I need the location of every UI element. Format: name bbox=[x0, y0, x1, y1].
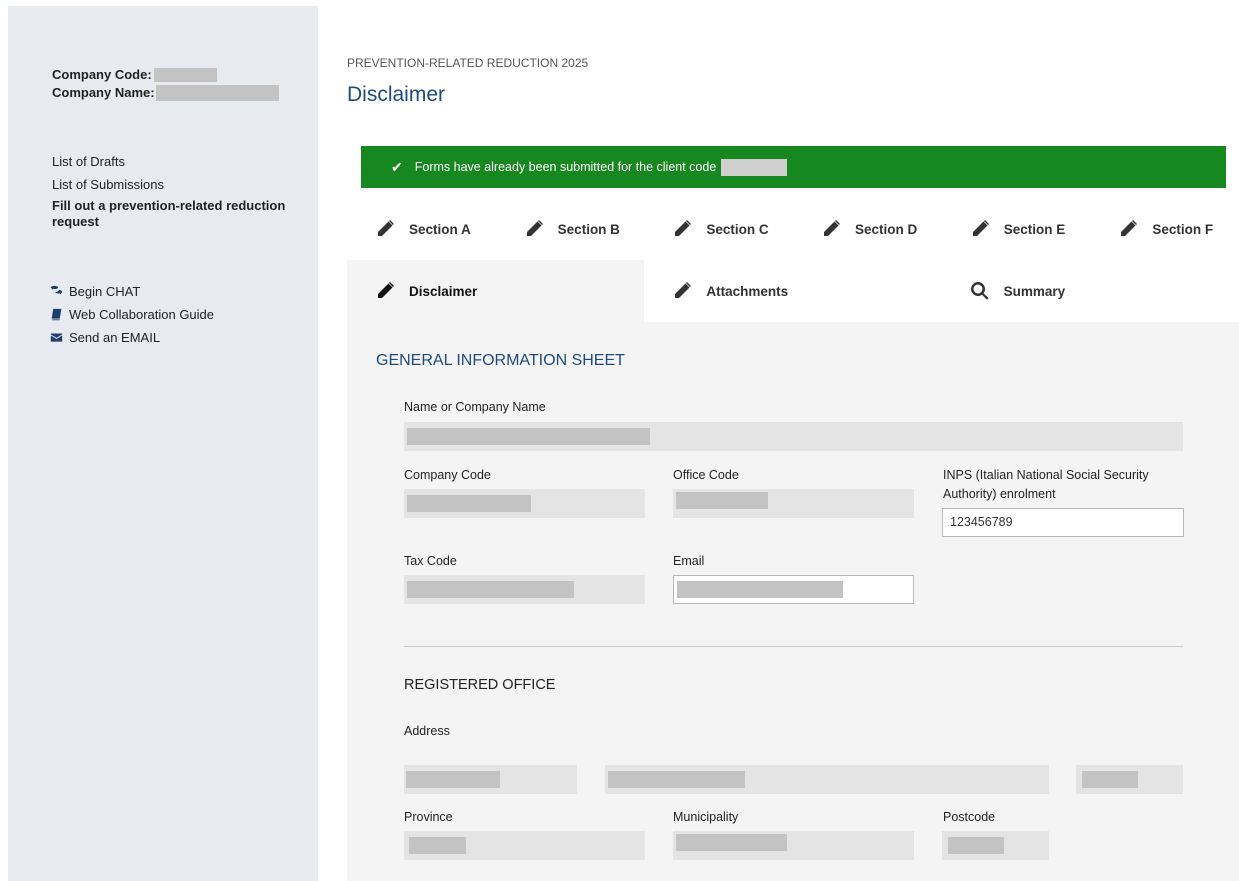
company-info: Company Code: Company Name: bbox=[52, 67, 279, 101]
office-code-redacted bbox=[676, 492, 768, 509]
page-title: Disclaimer bbox=[347, 83, 446, 106]
pencil-icon bbox=[675, 282, 692, 298]
nav-fill-request[interactable]: Fill out a prevention-related reduction … bbox=[52, 198, 302, 230]
begin-chat-link[interactable]: Begin CHAT bbox=[50, 280, 214, 303]
tax-code-field bbox=[404, 575, 645, 604]
tab-disclaimer[interactable]: Disclaimer bbox=[347, 260, 645, 322]
address-label: Address bbox=[404, 724, 450, 738]
begin-chat-label: Begin CHAT bbox=[69, 284, 141, 299]
tab-attachments[interactable]: Attachments bbox=[644, 260, 941, 322]
tax-code-label: Tax Code bbox=[404, 554, 457, 568]
tab-section-d[interactable]: Section D bbox=[793, 199, 942, 259]
pencil-icon bbox=[378, 220, 394, 236]
province-label: Province bbox=[404, 810, 453, 824]
sidebar-nav: List of Drafts List of Submissions Fill … bbox=[52, 150, 302, 230]
tab-label: Section E bbox=[1003, 221, 1066, 237]
nav-list-of-submissions[interactable]: List of Submissions bbox=[52, 173, 302, 197]
company-name-redacted bbox=[155, 85, 279, 101]
pencil-icon bbox=[675, 220, 692, 236]
sidebar bbox=[8, 6, 318, 881]
chat-bubbles-icon bbox=[50, 285, 63, 295]
web-guide-label: Web Collaboration Guide bbox=[69, 307, 215, 322]
name-field bbox=[404, 422, 1183, 451]
email-label: Email bbox=[673, 554, 705, 568]
tab-label: Section C bbox=[706, 221, 769, 237]
section-tabs: Section A Section B Section C Section D … bbox=[347, 199, 1239, 259]
postcode-redacted bbox=[948, 837, 1004, 854]
tab-label: Section D bbox=[855, 221, 918, 237]
company-code-field-label: Company Code bbox=[404, 468, 491, 482]
web-guide-link[interactable]: Web Collaboration Guide bbox=[50, 303, 214, 326]
pencil-icon bbox=[1121, 220, 1138, 236]
inps-enrolment-input[interactable]: 123456789 bbox=[942, 508, 1184, 537]
send-email-label: Send an EMAIL bbox=[69, 330, 161, 345]
tab-label: Section A bbox=[409, 221, 471, 237]
pencil-icon bbox=[526, 220, 543, 236]
form-panel: GENERAL INFORMATION SHEET Name or Compan… bbox=[347, 322, 1239, 881]
search-icon bbox=[970, 282, 989, 300]
tax-code-redacted bbox=[407, 581, 574, 598]
office-code-label: Office Code bbox=[673, 468, 739, 482]
tab-section-b[interactable]: Section B bbox=[496, 199, 645, 259]
office-code-field bbox=[673, 489, 914, 518]
company-code-redacted bbox=[153, 68, 217, 82]
section-title: GENERAL INFORMATION SHEET bbox=[376, 352, 625, 369]
company-code-label: Company Code: bbox=[52, 67, 152, 82]
postcode-label: Postcode bbox=[943, 810, 996, 824]
tab-section-f[interactable]: Section F bbox=[1090, 199, 1239, 259]
envelope-icon bbox=[50, 333, 63, 342]
address-street-redacted bbox=[406, 771, 500, 788]
tab-label: Section B bbox=[557, 221, 620, 237]
inps-label: INPS (Italian National Social Security A… bbox=[943, 468, 1149, 501]
tab-section-c[interactable]: Section C bbox=[644, 199, 793, 259]
tab-label: Section F bbox=[1152, 221, 1214, 237]
company-name-label: Company Name: bbox=[52, 85, 155, 100]
company-code-field bbox=[404, 489, 645, 518]
tab-section-e[interactable]: Section E bbox=[942, 199, 1091, 259]
page-tabs: Disclaimer Attachments Summary bbox=[347, 260, 1239, 322]
email-input[interactable] bbox=[673, 575, 914, 604]
municipality-label: Municipality bbox=[673, 810, 739, 824]
province-field bbox=[404, 831, 645, 860]
tab-section-a[interactable]: Section A bbox=[347, 199, 496, 259]
province-redacted bbox=[409, 837, 466, 854]
address-main-redacted bbox=[608, 771, 745, 788]
pencil-icon bbox=[824, 220, 841, 236]
tab-summary[interactable]: Summary bbox=[942, 260, 1239, 322]
registered-office-title: REGISTERED OFFICE bbox=[404, 677, 556, 693]
email-redacted bbox=[677, 581, 843, 598]
pencil-icon bbox=[972, 220, 989, 236]
tab-label: Disclaimer bbox=[409, 283, 478, 299]
nav-list-of-drafts[interactable]: List of Drafts bbox=[52, 150, 302, 174]
company-code-value-redacted bbox=[407, 495, 531, 512]
send-email-link[interactable]: Send an EMAIL bbox=[50, 326, 214, 349]
municipality-redacted bbox=[676, 834, 787, 851]
pencil-icon bbox=[378, 282, 394, 298]
postcode-field bbox=[942, 831, 1049, 860]
book-icon bbox=[51, 308, 62, 321]
address-main-field bbox=[605, 765, 1049, 794]
breadcrumb: PREVENTION-RELATED REDUCTION 2025 bbox=[347, 56, 589, 70]
tab-label: Summary bbox=[1003, 283, 1066, 299]
municipality-field bbox=[673, 831, 914, 860]
name-label: Name or Company Name bbox=[404, 400, 546, 414]
tab-label: Attachments bbox=[706, 283, 789, 299]
help-links: Begin CHAT Web Collaboration Guide Send … bbox=[50, 280, 214, 349]
address-number-redacted bbox=[1082, 771, 1138, 788]
address-number-field bbox=[1076, 765, 1183, 794]
name-redacted bbox=[407, 428, 650, 445]
divider bbox=[404, 646, 1183, 647]
address-street-field bbox=[404, 765, 577, 794]
check-icon: ✔ bbox=[391, 158, 403, 175]
client-code-redacted bbox=[721, 158, 788, 176]
banner-text: Forms have already been submitted for th… bbox=[414, 160, 717, 174]
success-banner: ✔ Forms have already been submitted for … bbox=[361, 146, 1226, 188]
